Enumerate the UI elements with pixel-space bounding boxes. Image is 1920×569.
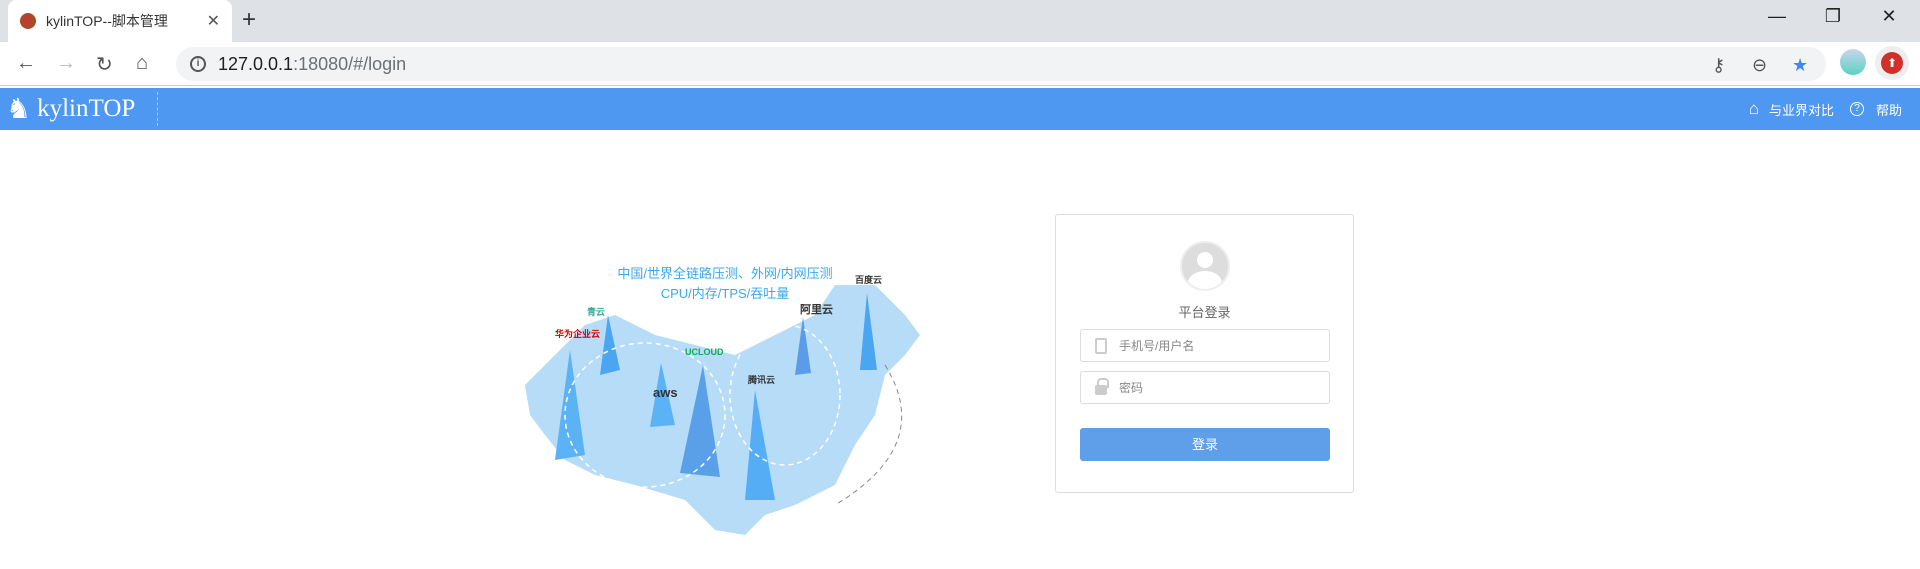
app-header: ♞ kylinTOP ⌂ 与业界对比 ? 帮助 <box>0 88 1920 130</box>
bookmark-star-icon[interactable]: ★ <box>1792 55 1808 76</box>
back-icon[interactable]: ← <box>16 52 36 75</box>
new-tab-button[interactable]: + <box>242 6 256 34</box>
brand-baidu: 百度云 <box>855 275 883 285</box>
brand-qingcloud: 青云 <box>587 307 606 317</box>
close-tab-icon[interactable]: ✕ <box>207 11 220 31</box>
kylin-logo-icon: ♞ <box>6 94 32 125</box>
minimize-button[interactable]: — <box>1754 6 1800 27</box>
compare-label: 与业界对比 <box>1768 102 1834 118</box>
compare-link[interactable]: ⌂ 与业界对比 <box>1741 88 1842 130</box>
info-icon[interactable]: i <box>190 56 206 72</box>
login-button[interactable]: 登录 <box>1080 428 1330 461</box>
logo-text: kylinTOP <box>37 95 136 122</box>
profile-avatar[interactable] <box>1840 49 1866 75</box>
brand-huawei: 华为企业云 <box>555 329 601 339</box>
lock-icon <box>1095 378 1109 395</box>
login-title: 平台登录 <box>1178 305 1231 320</box>
extension-button[interactable]: ⬆ <box>1875 46 1909 80</box>
help-icon: ? <box>1849 102 1864 116</box>
home-icon[interactable]: ⌂ <box>136 52 148 75</box>
brand-ucloud: UCLOUD <box>685 347 724 357</box>
url-host: 127.0.0.1 <box>218 53 294 74</box>
brand-aliyun: 阿里云 <box>800 304 833 316</box>
close-window-button[interactable]: ✕ <box>1866 6 1912 27</box>
browser-toolbar: ← → ↻ ⌂ i 127.0.0.1:18080/#/login ⚷ ⊖ ★ … <box>0 42 1920 86</box>
logo[interactable]: ♞ kylinTOP <box>6 92 158 126</box>
password-input[interactable] <box>1119 380 1329 395</box>
password-field[interactable] <box>1080 371 1330 404</box>
url-path: :18080/#/login <box>293 53 407 74</box>
upload-icon: ⬆ <box>1881 52 1903 74</box>
home-icon: ⌂ <box>1748 99 1759 118</box>
username-field[interactable] <box>1080 329 1330 362</box>
zoom-out-icon[interactable]: ⊖ <box>1752 55 1767 76</box>
help-link[interactable]: ? 帮助 <box>1842 88 1910 130</box>
brand-aws: aws <box>653 385 678 400</box>
help-label: 帮助 <box>1875 102 1902 118</box>
brand-tencent: 腾讯云 <box>748 375 776 385</box>
favicon-icon <box>20 13 36 29</box>
key-icon[interactable]: ⚷ <box>1712 55 1725 76</box>
forward-icon[interactable]: → <box>56 52 76 75</box>
browser-tab[interactable]: kylinTOP--脚本管理 ✕ <box>8 0 232 42</box>
user-avatar-icon <box>1180 241 1230 291</box>
username-input[interactable] <box>1119 338 1329 353</box>
china-map-illustration: 中国/世界全链路压测、外网/内网压测 CPU/内存/TPS/吞吐量 华为企业云 … <box>515 245 935 545</box>
restore-button[interactable]: ❐ <box>1810 6 1856 27</box>
login-card: 平台登录 登录 <box>1055 214 1354 493</box>
tab-title: kylinTOP--脚本管理 <box>46 13 168 29</box>
tab-bar: kylinTOP--脚本管理 ✕ + — ❐ ✕ <box>0 0 1920 42</box>
reload-icon[interactable]: ↻ <box>96 52 113 77</box>
address-bar[interactable]: i 127.0.0.1:18080/#/login ⚷ ⊖ ★ <box>176 47 1826 81</box>
phone-icon <box>1095 337 1107 354</box>
